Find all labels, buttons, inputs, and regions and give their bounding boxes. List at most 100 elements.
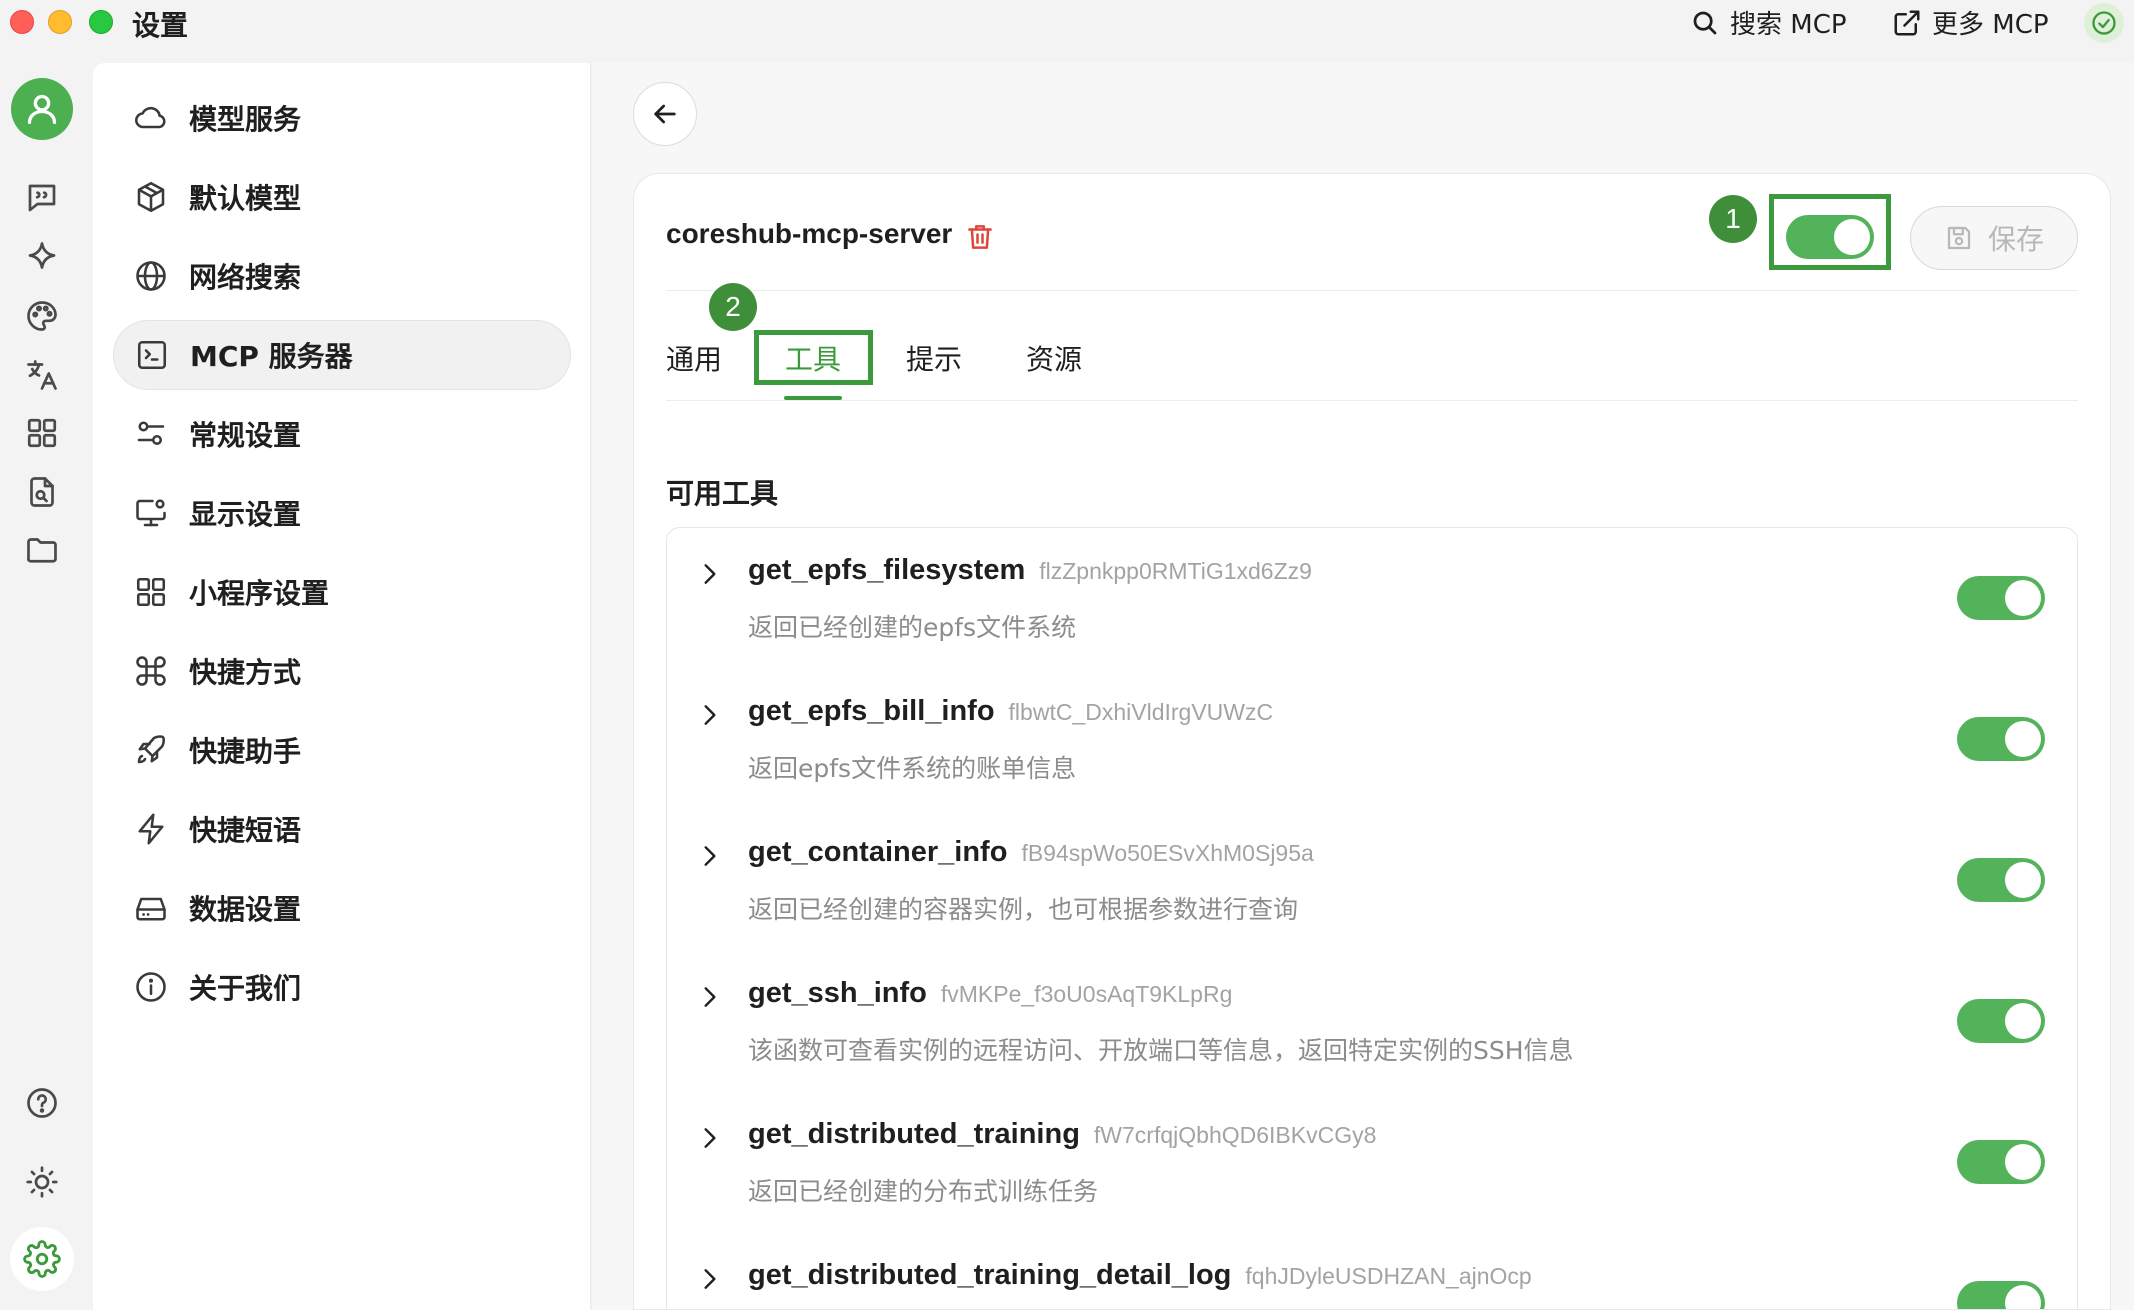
chevron-right-icon[interactable] bbox=[697, 1125, 723, 1151]
tool-enabled-toggle[interactable] bbox=[1957, 717, 2045, 761]
server-enabled-toggle[interactable] bbox=[1786, 215, 1874, 259]
tool-name: get_distributed_training_detail_log bbox=[748, 1259, 1232, 1291]
gear-icon bbox=[23, 1240, 61, 1278]
globe-icon bbox=[136, 261, 166, 291]
tool-name-line: get_ssh_info fvMKPe_f3oU0sAqT9KLpRg bbox=[748, 977, 1232, 1010]
tool-enabled-toggle[interactable] bbox=[1957, 1140, 2045, 1184]
translate-icon bbox=[27, 360, 57, 390]
back-button[interactable] bbox=[633, 82, 697, 146]
tab-general[interactable]: 通用 bbox=[666, 338, 722, 378]
tool-enabled-toggle[interactable] bbox=[1957, 858, 2045, 902]
rail-files-search-button[interactable] bbox=[20, 470, 64, 514]
menu-item-shortcuts[interactable]: 快捷方式 bbox=[113, 636, 571, 706]
menu-item-label: 快捷短语 bbox=[189, 814, 302, 847]
tab-prompts[interactable]: 提示 bbox=[906, 338, 962, 378]
rail-translate-button[interactable] bbox=[20, 353, 64, 397]
menu-item-label: 数据设置 bbox=[189, 893, 302, 926]
terminal-icon bbox=[137, 340, 167, 370]
more-mcp-button[interactable]: 更多 MCP bbox=[1892, 4, 2049, 41]
rail-settings-button[interactable] bbox=[10, 1227, 74, 1291]
external-link-icon bbox=[1894, 10, 1920, 35]
menu-item-label: 网络搜索 bbox=[189, 261, 302, 294]
menu-item-label: 模型服务 bbox=[189, 103, 302, 136]
rail-agents-button[interactable] bbox=[20, 235, 64, 279]
close-window-button[interactable] bbox=[10, 10, 34, 34]
more-mcp-label: 更多 MCP bbox=[1932, 10, 2049, 40]
chevron-right-icon[interactable] bbox=[697, 702, 723, 728]
tool-id: fqhJDyleUSDHZAN_ajnOcp bbox=[1245, 1263, 1532, 1289]
rail-folder-button[interactable] bbox=[20, 528, 64, 572]
tool-enabled-toggle[interactable] bbox=[1957, 1281, 2045, 1309]
trash-icon[interactable] bbox=[965, 222, 995, 252]
chevron-right-icon[interactable] bbox=[697, 561, 723, 587]
rail-paint-button[interactable] bbox=[20, 294, 64, 338]
tool-enabled-toggle[interactable] bbox=[1957, 999, 2045, 1043]
tool-row: get_ssh_info fvMKPe_f3oU0sAqT9KLpRg 该函数可查… bbox=[667, 951, 2077, 1092]
menu-item-about-us[interactable]: 关于我们 bbox=[113, 952, 571, 1022]
avatar[interactable] bbox=[11, 78, 73, 140]
annotation-badge-1: 1 bbox=[1709, 195, 1757, 243]
drive-icon bbox=[136, 897, 166, 921]
folder-icon bbox=[27, 538, 57, 563]
tool-name: get_container_info bbox=[748, 836, 1008, 868]
icon-rail bbox=[0, 50, 88, 1310]
tool-name-line: get_distributed_training fW7crfqjQbhQD6IB… bbox=[748, 1118, 1376, 1151]
cube-icon bbox=[137, 181, 165, 213]
save-button[interactable]: 保存 bbox=[1910, 206, 2078, 270]
tool-id: flbwtC_DxhiVldIrgVUWzC bbox=[1008, 699, 1274, 725]
search-mcp-button[interactable]: 搜索 MCP bbox=[1690, 4, 1847, 41]
tool-description: 返回已经创建的epfs文件系统 bbox=[748, 613, 1077, 642]
maximize-window-button[interactable] bbox=[89, 10, 113, 34]
menu-item-default-model[interactable]: 默认模型 bbox=[113, 162, 571, 232]
info-icon bbox=[136, 972, 166, 1002]
file-search-icon bbox=[30, 477, 54, 507]
chevron-right-icon[interactable] bbox=[697, 1266, 723, 1292]
menu-item-label: 小程序设置 bbox=[189, 577, 330, 610]
menu-item-web-search[interactable]: 网络搜索 bbox=[113, 241, 571, 311]
tool-name-line: get_distributed_training_detail_log fqhJD… bbox=[748, 1259, 1532, 1292]
tool-id: fB94spWo50ESvXhM0Sj95a bbox=[1021, 840, 1314, 866]
menu-item-miniapp-settings[interactable]: 小程序设置 bbox=[113, 557, 571, 627]
tool-id: fW7crfqjQbhQD6IBKvCGy8 bbox=[1093, 1122, 1377, 1148]
sun-icon bbox=[26, 1166, 58, 1198]
annotation-badge-2: 2 bbox=[709, 283, 757, 331]
tab-tools[interactable]: 工具 bbox=[785, 338, 841, 378]
status-check-button[interactable] bbox=[2084, 3, 2124, 43]
palette-icon bbox=[27, 301, 57, 331]
tabs-divider bbox=[666, 400, 2078, 401]
search-icon bbox=[1693, 11, 1717, 34]
settings-menu: 模型服务 默认模型 网络搜索 MCP 服务器 常规设置 显示设置 小程序设置 快… bbox=[93, 63, 591, 1310]
chevron-right-icon[interactable] bbox=[697, 984, 723, 1010]
rail-theme-button[interactable] bbox=[20, 1160, 64, 1204]
tab-resources[interactable]: 资源 bbox=[1026, 338, 1082, 378]
tool-name-line: get_container_info fB94spWo50ESvXhM0Sj95a bbox=[748, 836, 1314, 869]
rail-chat-button[interactable] bbox=[20, 176, 64, 220]
rail-help-button[interactable] bbox=[20, 1081, 64, 1125]
tool-id: fvMKPe_f3oU0sAqT9KLpRg bbox=[940, 981, 1233, 1007]
menu-item-quick-phrases[interactable]: 快捷短语 bbox=[113, 794, 571, 864]
tool-enabled-toggle[interactable] bbox=[1957, 576, 2045, 620]
rail-apps-button[interactable] bbox=[20, 411, 64, 455]
menu-item-display-settings[interactable]: 显示设置 bbox=[113, 478, 571, 548]
menu-item-label: MCP 服务器 bbox=[190, 340, 353, 373]
minimize-window-button[interactable] bbox=[48, 10, 72, 34]
menu-item-model-service[interactable]: 模型服务 bbox=[113, 83, 571, 153]
search-mcp-label: 搜索 MCP bbox=[1730, 10, 1847, 40]
check-circle-icon bbox=[2092, 11, 2116, 35]
lightning-icon bbox=[138, 813, 164, 845]
chat-icon bbox=[28, 184, 56, 212]
menu-item-quick-assistant[interactable]: 快捷助手 bbox=[113, 715, 571, 785]
arrow-left-icon bbox=[654, 104, 676, 124]
title-bar: 设置 搜索 MCP 更多 MCP bbox=[0, 0, 2134, 50]
menu-item-label: 默认模型 bbox=[189, 182, 302, 215]
menu-item-label: 快捷方式 bbox=[189, 656, 302, 689]
tool-row: get_epfs_bill_info flbwtC_DxhiVldIrgVUWzC… bbox=[667, 669, 2077, 810]
menu-item-mcp-servers[interactable]: MCP 服务器 bbox=[113, 320, 571, 390]
menu-item-data-settings[interactable]: 数据设置 bbox=[113, 873, 571, 943]
server-name: coreshub-mcp-server bbox=[666, 218, 953, 249]
menu-item-label: 常规设置 bbox=[189, 419, 302, 452]
cloud-icon bbox=[135, 106, 166, 129]
menu-item-general-settings[interactable]: 常规设置 bbox=[113, 399, 571, 469]
tool-description: 返回已经创建的容器实例，也可根据参数进行查询 bbox=[748, 895, 1299, 924]
chevron-right-icon[interactable] bbox=[697, 843, 723, 869]
